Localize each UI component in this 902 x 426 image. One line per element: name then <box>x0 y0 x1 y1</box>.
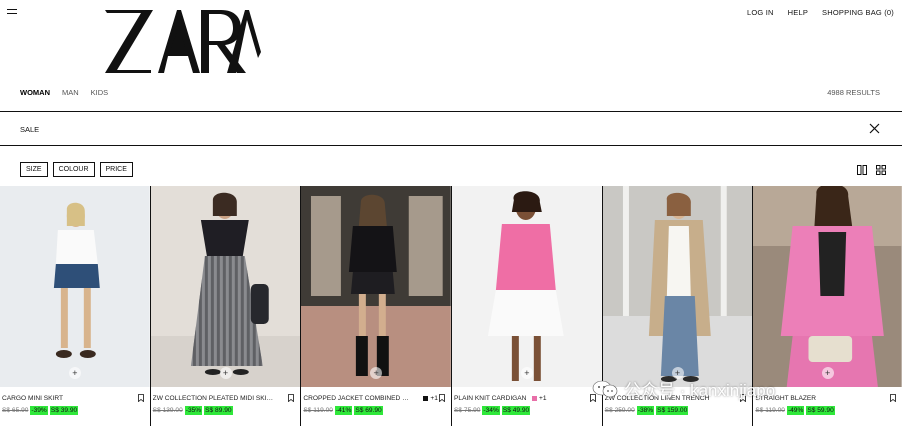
product-image[interactable] <box>602 186 753 387</box>
product-name[interactable]: PLAIN KNIT CARDIGAN <box>454 395 526 402</box>
sale-price: S$ 39.90 <box>49 406 79 415</box>
tab-woman[interactable]: WOMAN <box>20 88 50 97</box>
product-name[interactable]: ZW COLLECTION PLEATED MIDI SKIRT <box>153 395 275 402</box>
sale-price: S$ 49.90 <box>501 406 531 415</box>
view-toggles <box>857 165 886 175</box>
discount-badge: -39% <box>30 406 48 415</box>
search-term[interactable]: SALE <box>20 125 39 134</box>
original-price: S$ 119.00 <box>303 407 333 414</box>
sale-price: S$ 159.00 <box>656 406 689 415</box>
product-card[interactable]: + ZW COLLECTION PLEATED MIDI SKIRT S$ 13… <box>150 186 302 426</box>
category-tabs: WOMAN MAN KIDS <box>20 88 108 97</box>
colour-swatch[interactable] <box>532 396 538 401</box>
colour-swatch[interactable] <box>423 396 429 401</box>
discount-badge: -35% <box>184 406 203 415</box>
product-image[interactable] <box>0 186 150 387</box>
original-price: S$ 119.00 <box>755 407 785 414</box>
help-link[interactable]: HELP <box>788 8 808 17</box>
bookmark-icon[interactable] <box>137 394 144 402</box>
tab-kids[interactable]: KIDS <box>91 88 109 97</box>
product-prices: S$ 119.00 -49% S$ 59.90 <box>755 406 835 415</box>
more-colours[interactable]: +1 <box>430 395 438 402</box>
sale-price: S$ 69.90 <box>354 406 383 415</box>
results-count: 4988 RESULTS <box>827 88 880 97</box>
add-to-bag-icon[interactable]: + <box>370 367 383 379</box>
original-price: S$ 259.00 <box>604 407 635 414</box>
filter-bar: SIZE COLOUR PRICE <box>20 162 133 177</box>
product-prices: S$ 259.00 -38% S$ 159.00 <box>605 406 689 415</box>
add-to-bag-icon[interactable]: + <box>68 367 81 379</box>
discount-badge: -49% <box>786 406 805 415</box>
price-filter-button[interactable]: PRICE <box>99 162 133 177</box>
sale-price: S$ 59.90 <box>806 406 835 415</box>
tab-man[interactable]: MAN <box>62 88 79 97</box>
size-filter-button[interactable]: SIZE <box>20 162 48 177</box>
product-name[interactable]: CARGO MINI SKIRT <box>2 395 63 402</box>
original-price: S$ 65.90 <box>2 407 29 414</box>
bookmark-icon[interactable] <box>288 394 295 402</box>
search-bar[interactable]: SALE <box>0 111 902 146</box>
bookmark-icon[interactable] <box>890 394 896 402</box>
add-to-bag-icon[interactable]: + <box>520 367 533 379</box>
product-card[interactable]: + CROPPED JACKET COMBINED WI... +1 S$ 11… <box>301 186 453 426</box>
discount-badge: -38% <box>636 406 655 415</box>
product-image[interactable] <box>150 186 301 387</box>
bookmark-icon[interactable] <box>439 394 445 402</box>
shopping-bag-link[interactable]: SHOPPING BAG (0) <box>822 8 894 17</box>
product-card[interactable]: + PLAIN KNIT CARDIGAN +1 S$ 75.90 -34% S… <box>452 186 603 426</box>
discount-badge: -34% <box>482 406 500 415</box>
discount-badge: -41% <box>334 406 353 415</box>
watermark-overlay: 公众号 · kanxinjiapo <box>592 376 775 401</box>
product-name[interactable]: CROPPED JACKET COMBINED WI... <box>303 395 413 402</box>
product-image[interactable] <box>452 186 602 387</box>
add-to-bag-icon[interactable]: + <box>821 367 834 379</box>
colour-swatches[interactable]: +1 <box>532 395 547 402</box>
product-prices: S$ 139.00 -35% S$ 89.90 <box>153 406 233 415</box>
colour-swatches[interactable]: +1 <box>423 395 438 402</box>
colour-filter-button[interactable]: COLOUR <box>52 162 95 177</box>
chat-bubble-icon <box>592 380 618 397</box>
watermark-text: 公众号 · kanxinjiapo <box>624 381 776 400</box>
brand-logo[interactable] <box>103 6 261 74</box>
product-prices: S$ 119.00 -41% S$ 69.90 <box>303 406 383 415</box>
product-prices: S$ 75.90 -34% S$ 49.90 <box>454 406 531 415</box>
close-icon[interactable] <box>869 123 880 134</box>
product-card[interactable]: + CARGO MINI SKIRT S$ 65.90 -39% S$ 39.9… <box>0 186 151 426</box>
product-prices: S$ 65.90 -39% S$ 39.90 <box>2 406 79 415</box>
menu-icon[interactable] <box>7 9 17 19</box>
more-colours[interactable]: +1 <box>539 395 547 402</box>
two-column-view-icon[interactable] <box>857 165 867 175</box>
top-navigation: LOG IN HELP SHOPPING BAG (0) <box>747 8 894 17</box>
original-price: S$ 139.00 <box>152 407 183 414</box>
product-image[interactable] <box>301 186 452 387</box>
add-to-bag-icon[interactable]: + <box>219 367 232 379</box>
original-price: S$ 75.90 <box>454 407 481 414</box>
login-link[interactable]: LOG IN <box>747 8 774 17</box>
product-image[interactable] <box>753 186 902 387</box>
grid-view-icon[interactable] <box>876 165 886 175</box>
sale-price: S$ 89.90 <box>204 406 233 415</box>
product-card[interactable]: + STRAIGHT BLAZER S$ 119.00 -49% S$ 59.9… <box>753 186 902 426</box>
